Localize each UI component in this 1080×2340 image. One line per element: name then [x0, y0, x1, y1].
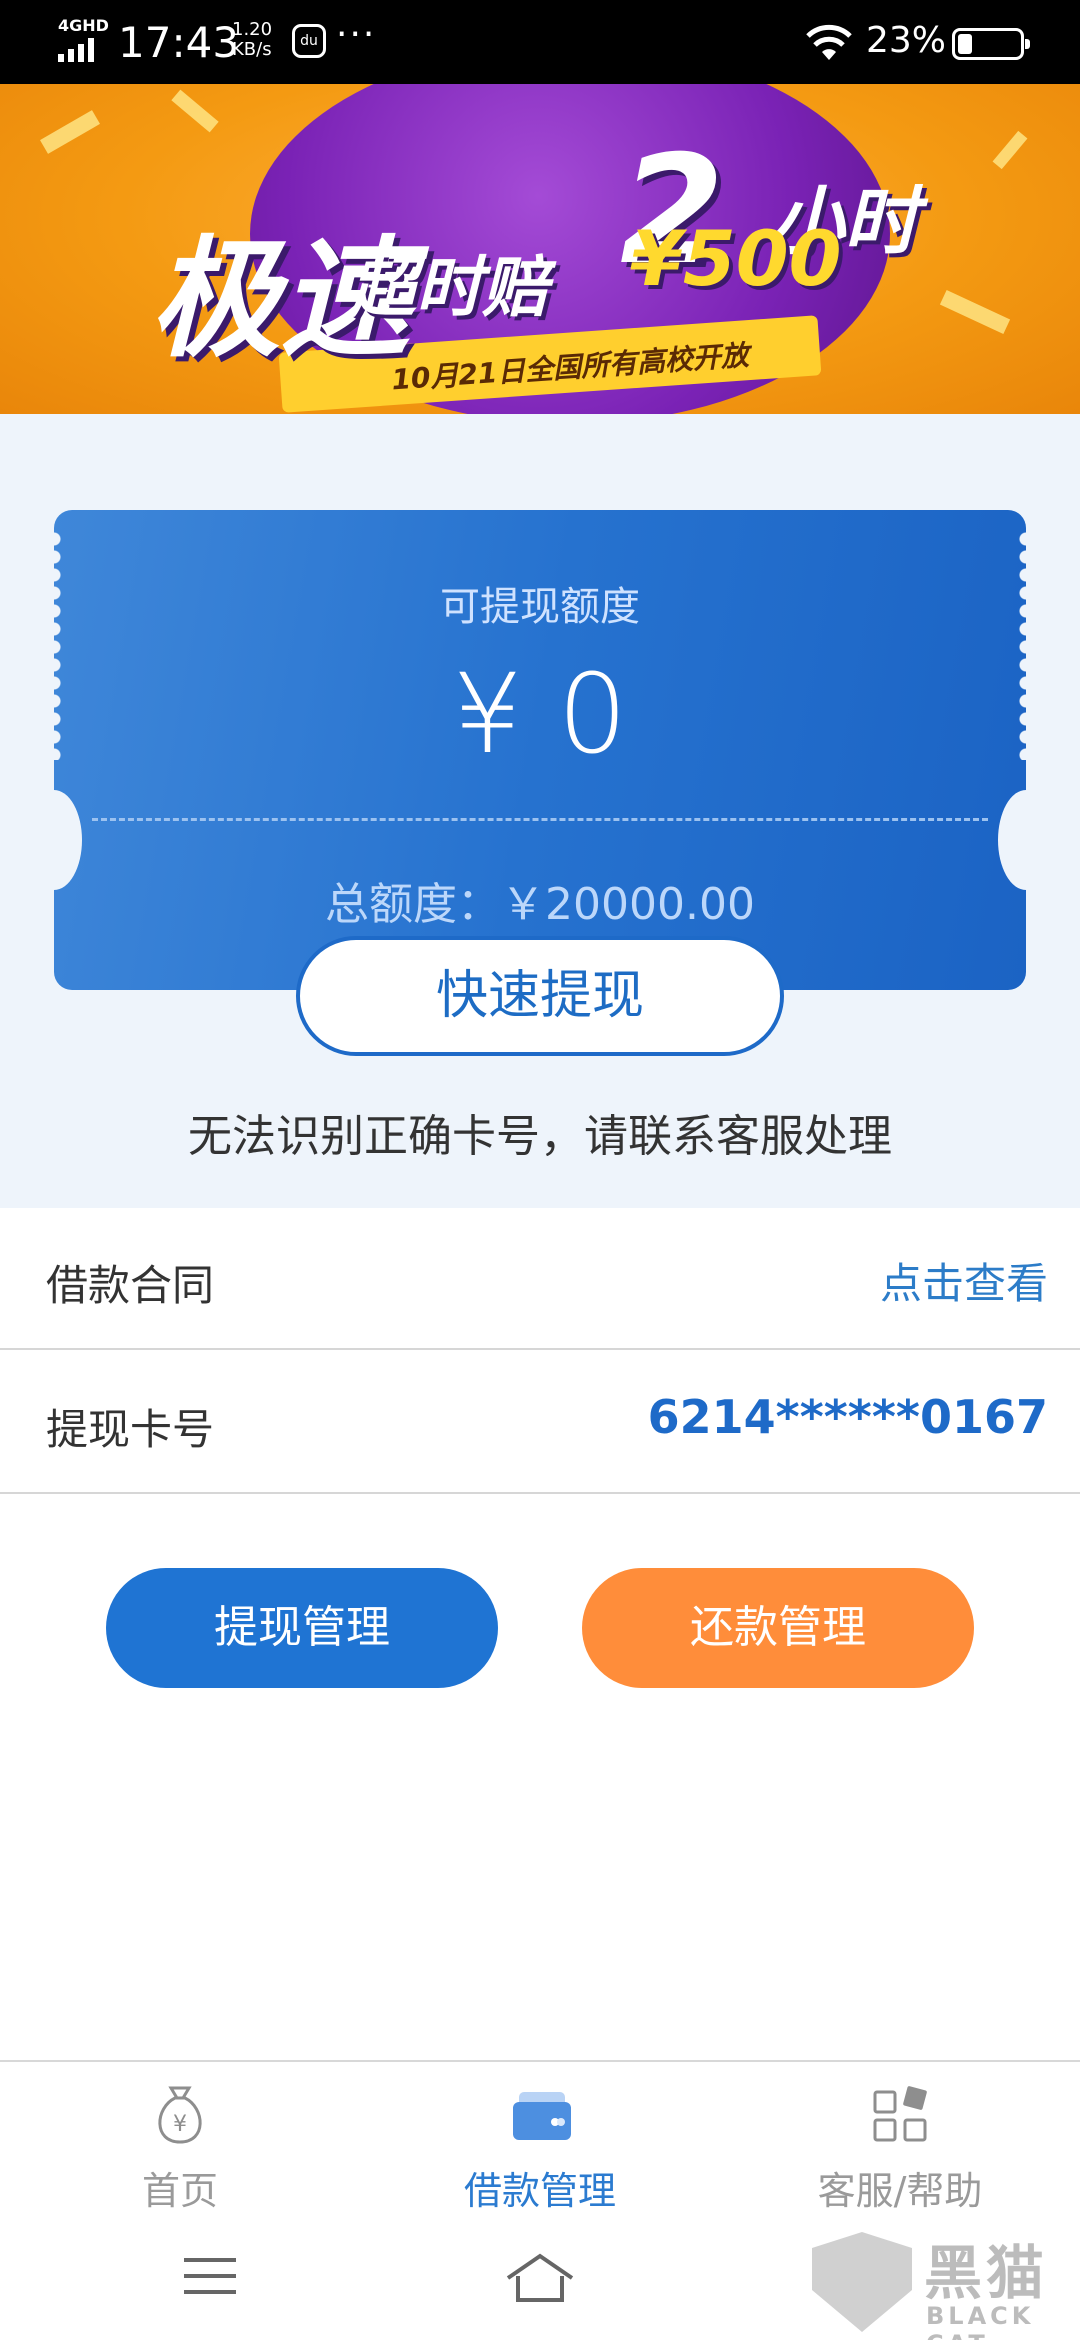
confetti-decoration — [992, 130, 1028, 170]
withdraw-card-row[interactable]: 提现卡号 6214******0167 — [0, 1352, 1080, 1494]
card-error-notice: 无法识别正确卡号，请联系客服处理 — [188, 1111, 892, 1162]
network-type: 4GHD — [58, 16, 109, 35]
confetti-decoration — [939, 289, 1011, 335]
watermark-text-en: BLACK CAT — [926, 2302, 1035, 2340]
available-quota-label: 可提现额度 — [440, 584, 640, 630]
svg-text:¥: ¥ — [173, 2112, 187, 2137]
banner-price: ¥500 — [630, 214, 842, 303]
confetti-decoration — [171, 89, 219, 133]
home-icon[interactable] — [504, 2252, 576, 2304]
row-label: 提现卡号 — [46, 1405, 215, 1454]
banner-compensation: 超时赔 — [350, 249, 548, 326]
row-label: 借款合同 — [46, 1261, 215, 1310]
wifi-icon — [806, 24, 852, 60]
app-notification-icon: du — [292, 24, 326, 58]
card-number: 6214******0167 — [647, 1390, 1048, 1444]
card-stack-icon — [505, 2080, 575, 2150]
menu-icon[interactable] — [184, 2256, 236, 2296]
status-bar: 4GHD 17:43 1.20 KB/s du ··· 23% — [0, 0, 1080, 84]
more-notifications-icon: ··· — [336, 14, 377, 55]
tab-loan-manage[interactable]: 借款管理 — [410, 2080, 670, 2215]
bottom-tab-bar: ¥ 首页 借款管理 客服/帮助 — [0, 2060, 1080, 2216]
tab-label: 客服/帮助 — [817, 2169, 983, 2213]
view-contract-link[interactable]: 点击查看 — [880, 1250, 1048, 1311]
battery-level — [958, 34, 972, 54]
tab-label: 首页 — [141, 2169, 218, 2213]
clock: 17:43 — [118, 18, 240, 67]
quota-ticket-card: 可提现额度 ¥ 0 总额度：￥20000.00 — [54, 510, 1026, 990]
repay-manage-button[interactable]: 还款管理 — [582, 1568, 974, 1688]
battery-icon — [952, 28, 1030, 60]
battery-percent: 23% — [866, 20, 947, 61]
watermark-text: 黑猫 — [924, 2239, 1049, 2307]
confetti-decoration — [40, 110, 100, 154]
total-quota: 总额度：￥20000.00 — [325, 879, 755, 930]
promo-banner[interactable]: 极速 2 小时 超时赔 ¥500 10月21日全国所有高校开放 — [0, 84, 1080, 414]
grid-apps-icon — [865, 2080, 935, 2150]
network-speed: 1.20 KB/s — [232, 19, 273, 60]
tab-help[interactable]: 客服/帮助 — [770, 2080, 1030, 2215]
black-cat-watermark: 黑猫 BLACK CAT — [808, 2226, 1080, 2340]
signal-icon — [58, 38, 94, 62]
money-bag-icon: ¥ — [145, 2080, 215, 2150]
quick-withdraw-button[interactable]: 快速提现 — [296, 936, 784, 1056]
withdraw-manage-button[interactable]: 提现管理 — [106, 1568, 498, 1688]
watermark-shield-icon — [812, 2232, 912, 2332]
loan-contract-row[interactable]: 借款合同 点击查看 — [0, 1208, 1080, 1350]
quota-section: 可提现额度 ¥ 0 总额度：￥20000.00 快速提现 无法识别正确卡号，请联… — [0, 414, 1080, 1208]
ticket-divider — [92, 818, 988, 821]
available-quota-amount: ¥ 0 — [452, 650, 628, 778]
tab-label: 借款管理 — [463, 2169, 616, 2213]
tab-home[interactable]: ¥ 首页 — [50, 2080, 310, 2215]
